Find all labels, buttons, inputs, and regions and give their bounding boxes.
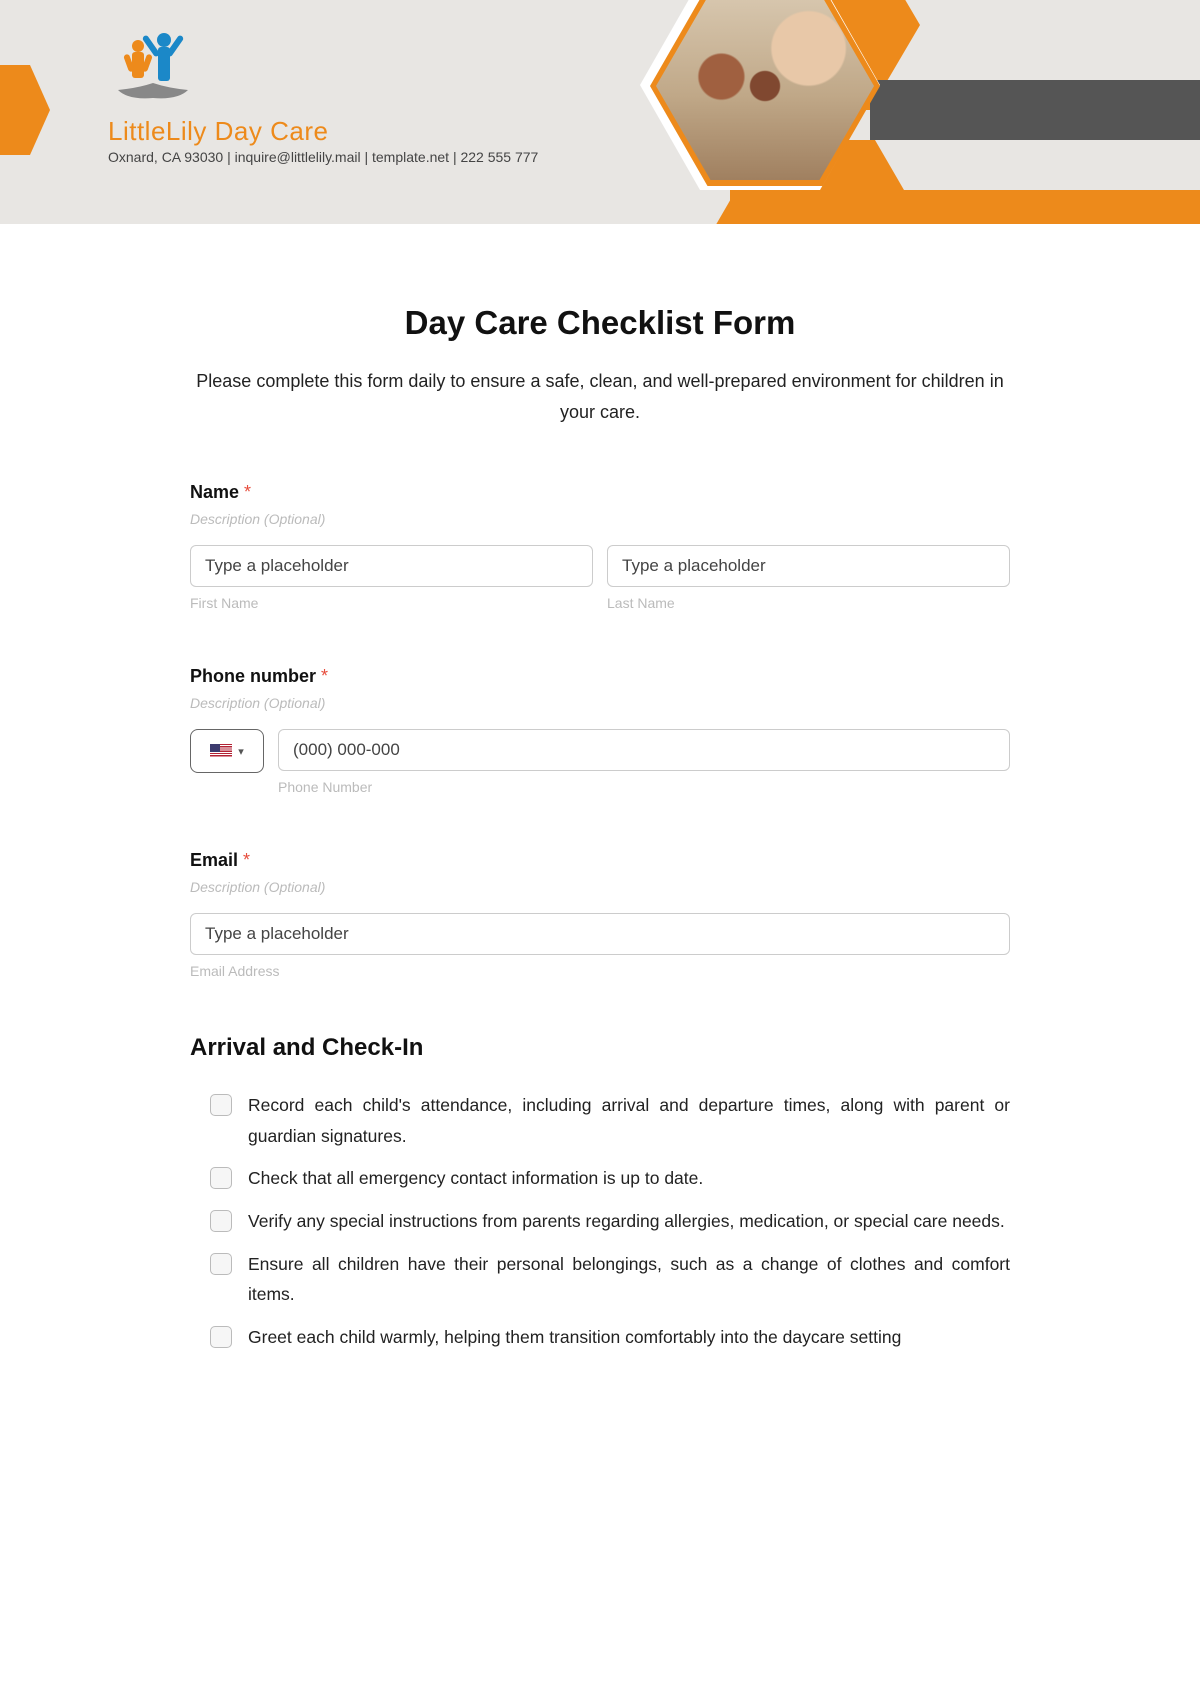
decorative-bar-orange [730, 190, 1200, 224]
section-heading-arrival: Arrival and Check-In [190, 1034, 1010, 1062]
header-graphics [620, 0, 1200, 224]
email-field-block: Email * Description (Optional) Email Add… [190, 850, 1010, 979]
phone-label: Phone number * [190, 666, 1010, 687]
form-intro-text: Please complete this form daily to ensur… [190, 366, 1010, 427]
checklist-item-text: Verify any special instructions from par… [248, 1206, 1005, 1237]
required-mark: * [321, 666, 328, 686]
name-label: Name * [190, 482, 1010, 503]
checkbox[interactable] [210, 1094, 232, 1116]
checklist-item: Greet each child warmly, helping them tr… [190, 1322, 1010, 1353]
email-label-text: Email [190, 850, 238, 870]
phone-description: Description (Optional) [190, 695, 1010, 711]
checklist-item-text: Check that all emergency contact informa… [248, 1163, 703, 1194]
logo-icon [108, 28, 198, 108]
chevron-down-icon: ▾ [238, 745, 244, 758]
phone-label-text: Phone number [190, 666, 316, 686]
arrival-checklist: Record each child's attendance, includin… [190, 1090, 1010, 1352]
email-sublabel: Email Address [190, 963, 1010, 979]
phone-sublabel: Phone Number [278, 779, 1010, 795]
checkbox[interactable] [210, 1167, 232, 1189]
name-description: Description (Optional) [190, 511, 1010, 527]
brand-name: LittleLily Day Care [108, 116, 538, 147]
name-label-text: Name [190, 482, 239, 502]
last-name-input[interactable] [607, 545, 1010, 587]
required-mark: * [243, 850, 250, 870]
form-title: Day Care Checklist Form [190, 304, 1010, 342]
logo-block: LittleLily Day Care Oxnard, CA 93030 | i… [108, 28, 538, 165]
phone-field-block: Phone number * Description (Optional) ▾ … [190, 666, 1010, 795]
first-name-input[interactable] [190, 545, 593, 587]
header-banner: LittleLily Day Care Oxnard, CA 93030 | i… [0, 0, 1200, 224]
email-input[interactable] [190, 913, 1010, 955]
country-code-select[interactable]: ▾ [190, 729, 264, 773]
checkbox[interactable] [210, 1210, 232, 1232]
checklist-item: Record each child's attendance, includin… [190, 1090, 1010, 1151]
name-field-block: Name * Description (Optional) First Name… [190, 482, 1010, 611]
checklist-item: Ensure all children have their personal … [190, 1249, 1010, 1310]
decorative-bar-grey [870, 80, 1200, 140]
checklist-item-text: Greet each child warmly, helping them tr… [248, 1322, 901, 1353]
accent-shape-left [0, 65, 50, 155]
email-description: Description (Optional) [190, 879, 1010, 895]
checkbox[interactable] [210, 1326, 232, 1348]
brand-contact-line: Oxnard, CA 93030 | inquire@littlelily.ma… [108, 149, 538, 165]
required-mark: * [244, 482, 251, 502]
form-content: Day Care Checklist Form Please complete … [190, 224, 1010, 1385]
first-name-sublabel: First Name [190, 595, 593, 611]
email-label: Email * [190, 850, 1010, 871]
checklist-item: Check that all emergency contact informa… [190, 1163, 1010, 1194]
checklist-item: Verify any special instructions from par… [190, 1206, 1010, 1237]
phone-number-input[interactable] [278, 729, 1010, 771]
flag-us-icon [210, 744, 232, 758]
checklist-item-text: Ensure all children have their personal … [248, 1249, 1010, 1310]
checkbox[interactable] [210, 1253, 232, 1275]
last-name-sublabel: Last Name [607, 595, 1010, 611]
checklist-item-text: Record each child's attendance, includin… [248, 1090, 1010, 1151]
